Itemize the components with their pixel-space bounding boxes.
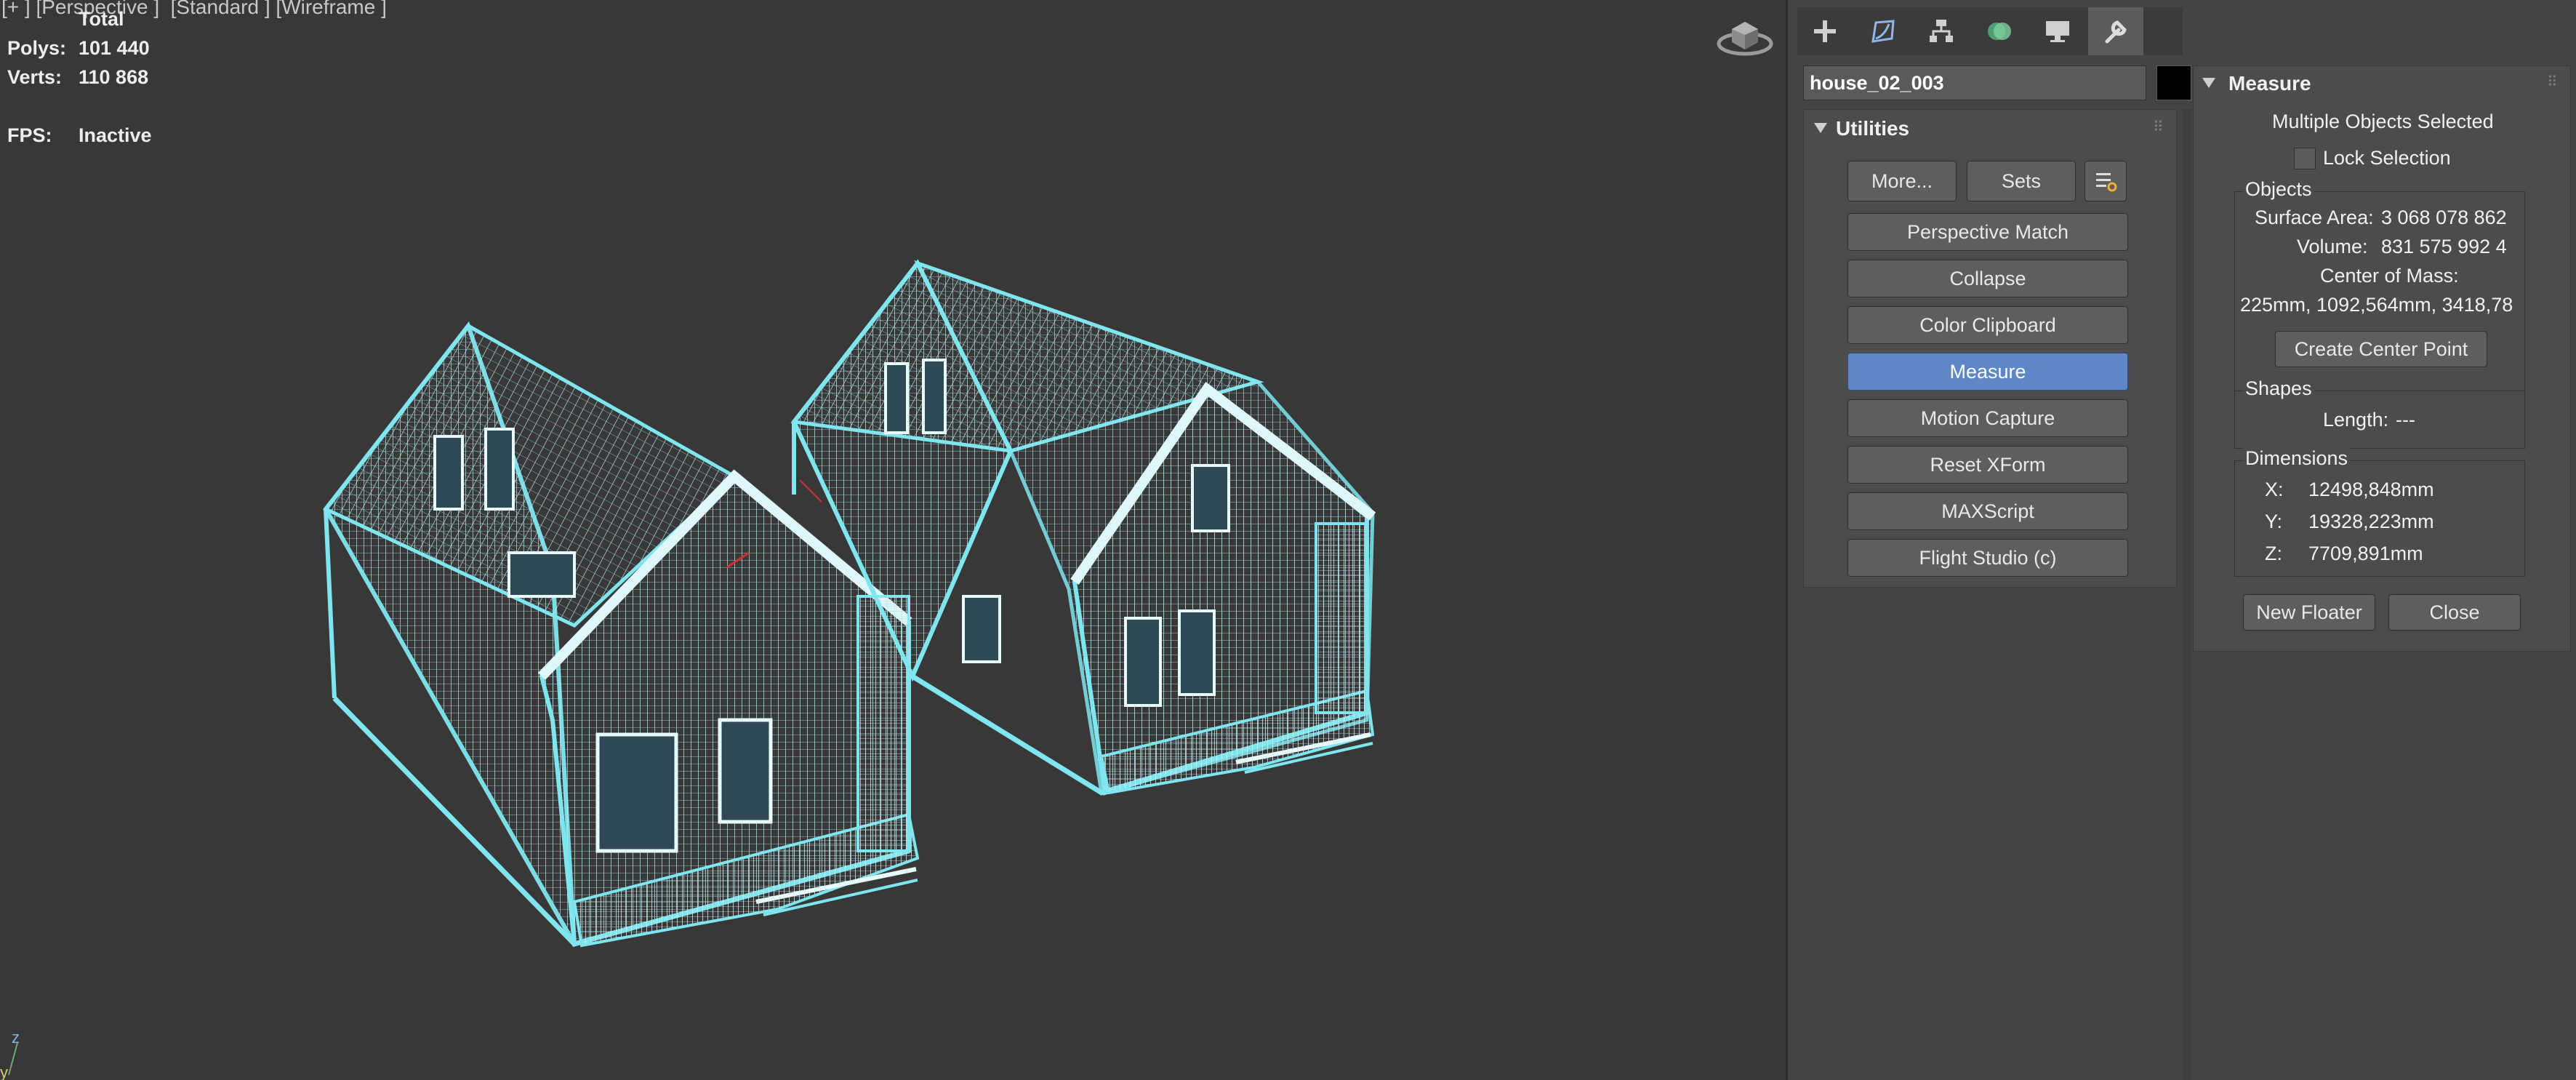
collapse-triangle-icon[interactable] xyxy=(1814,123,1827,133)
axis-gizmo: z y xyxy=(0,1025,44,1080)
rollout-grip-icon[interactable]: ⠿ xyxy=(2547,75,2558,89)
rollout-grip-icon[interactable]: ⠿ xyxy=(2153,120,2164,135)
new-floater-button[interactable]: New Floater xyxy=(2243,594,2375,631)
measure-title[interactable]: Measure xyxy=(2228,72,2311,95)
stats-verts-value: 110 868 xyxy=(79,66,149,88)
create-center-point-button[interactable]: Create Center Point xyxy=(2275,331,2487,367)
sets-button[interactable]: Sets xyxy=(1967,161,2076,201)
utility-motion-capture-button[interactable]: Motion Capture xyxy=(1847,399,2128,437)
viewport-border xyxy=(1786,0,1788,1080)
utilities-rollout: Utilities ⠿ More... Sets Perspective Mat… xyxy=(1803,109,2177,588)
wrench-icon xyxy=(2105,20,2127,44)
tab-display[interactable] xyxy=(2030,7,2085,55)
shapes-group-label: Shapes xyxy=(2243,377,2314,399)
stats-total-label: Total xyxy=(79,8,124,30)
utility-flight-studio-button[interactable]: Flight Studio (c) xyxy=(1847,539,2128,577)
lock-selection-checkbox[interactable] xyxy=(2294,148,2316,169)
display-icon xyxy=(2046,21,2069,42)
wireframe-scene[interactable] xyxy=(0,0,1786,1080)
length-value: --- xyxy=(2396,409,2415,431)
dimension-x-label: X: xyxy=(2265,479,2284,500)
dimension-y-label: Y: xyxy=(2265,511,2283,532)
tab-motion[interactable] xyxy=(1972,7,2027,55)
plus-icon xyxy=(1814,20,1836,42)
center-of-mass-label: Center of Mass: xyxy=(2320,265,2459,287)
dimension-z-label: Z: xyxy=(2265,543,2282,564)
stats-polys-label: Polys: xyxy=(7,37,67,59)
close-button[interactable]: Close xyxy=(2388,594,2521,631)
center-of-mass-text: 225mm, 1092,564mm, 3418,78 xyxy=(2240,294,2513,316)
viewport-menu-label[interactable]: [+ ] [Perspective ] [Standard ] [Wirefra… xyxy=(1,0,387,19)
axis-z-label: z xyxy=(12,1028,20,1047)
utility-perspective-match-button[interactable]: Perspective Match xyxy=(1847,213,2128,251)
utility-maxscript-button[interactable]: MAXScript xyxy=(1847,492,2128,530)
selection-status-text: Multiple Objects Selected xyxy=(2272,111,2494,132)
list-settings-icon xyxy=(2096,173,2117,192)
object-color-swatch[interactable] xyxy=(2156,65,2191,100)
tab-modify[interactable] xyxy=(1855,7,1911,55)
surface-area-value: 3 068 078 862 xyxy=(2381,207,2507,228)
volume-value: 831 575 992 4 xyxy=(2381,236,2507,257)
utility-reset-xform-button[interactable]: Reset XForm xyxy=(1847,446,2128,484)
measure-rollout: Measure ⠿ Multiple Objects Selected Lock… xyxy=(2193,65,2571,652)
center-of-mass-value: 225mm, 1092,564mm, 3418,78 xyxy=(2240,293,2518,316)
tab-utilities[interactable] xyxy=(2088,7,2143,55)
utilities-title[interactable]: Utilities xyxy=(1836,117,1909,140)
length-label: Length: xyxy=(2323,409,2389,431)
stats-fps-label: FPS: xyxy=(7,124,52,146)
configure-sets-button[interactable] xyxy=(2085,161,2127,201)
motion-icon xyxy=(1988,23,2011,40)
collapse-triangle-icon[interactable] xyxy=(2202,78,2215,88)
more-button[interactable]: More... xyxy=(1847,161,1957,201)
objects-group-label: Objects xyxy=(2243,178,2314,200)
viewcube-home-icon[interactable] xyxy=(1716,15,1774,62)
dimension-x-value: 12498,848mm xyxy=(2308,479,2434,500)
command-panel-tabs xyxy=(1797,7,2183,55)
utility-measure-button[interactable]: Measure xyxy=(1847,353,2128,391)
object-name-field[interactable]: house_02_003 xyxy=(1803,65,2146,100)
dimensions-group-label: Dimensions xyxy=(2243,447,2351,469)
dimension-z-value: 7709,891mm xyxy=(2308,543,2423,564)
stats-fps-value: Inactive xyxy=(79,124,152,146)
volume-label: Volume: xyxy=(2297,236,2368,257)
axis-y-label: y xyxy=(0,1063,8,1080)
stats-polys-value: 101 440 xyxy=(79,37,150,59)
tab-create[interactable] xyxy=(1797,7,1853,55)
dimension-y-value: 19328,223mm xyxy=(2308,511,2434,532)
hierarchy-icon xyxy=(1930,20,1953,42)
stats-verts-label: Verts: xyxy=(7,66,63,88)
surface-area-label: Surface Area: xyxy=(2255,207,2374,228)
lock-selection-label[interactable]: Lock Selection xyxy=(2323,146,2451,169)
utility-collapse-button[interactable]: Collapse xyxy=(1847,260,2128,297)
utility-color-clipboard-button[interactable]: Color Clipboard xyxy=(1847,306,2128,344)
panel-column-divider[interactable] xyxy=(2183,109,2191,1080)
modify-icon xyxy=(1871,20,1895,43)
perspective-viewport[interactable]: [+ ] [Perspective ] [Standard ] [Wirefra… xyxy=(0,0,1786,1080)
tab-hierarchy[interactable] xyxy=(1914,7,1969,55)
